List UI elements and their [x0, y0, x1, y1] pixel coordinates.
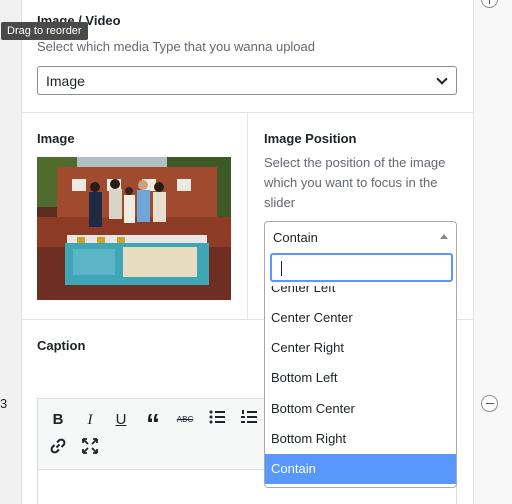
bullet-list-icon[interactable] — [205, 408, 229, 432]
caret-up-icon — [440, 234, 448, 239]
text-caret — [281, 261, 282, 276]
numbered-list-icon[interactable] — [237, 408, 261, 432]
image-position-select[interactable]: Contain — [264, 221, 457, 250]
option-center-right[interactable]: Center Right — [265, 333, 456, 363]
option-bottom-left[interactable]: Bottom Left — [265, 363, 456, 393]
image-position-description-line-2: which you want to focus in the — [264, 175, 438, 190]
bold-icon[interactable]: B — [46, 408, 70, 432]
image-position-dropdown: Center Left Center Center Center Right B… — [264, 249, 457, 488]
italic-icon[interactable]: I — [78, 408, 102, 432]
image-position-value: Contain — [273, 230, 318, 245]
option-center-center[interactable]: Center Center — [265, 303, 456, 333]
row-number: 3 — [0, 396, 8, 411]
dropdown-options-list[interactable]: Center Left Center Center Center Right B… — [265, 286, 456, 487]
option-center-left[interactable]: Center Left — [265, 286, 456, 303]
link-icon[interactable] — [46, 438, 70, 462]
image-position-label: Image Position — [264, 131, 357, 146]
row-actions-gutter — [474, 0, 512, 504]
fullscreen-icon[interactable] — [78, 438, 102, 462]
option-bottom-center[interactable]: Bottom Center — [265, 394, 456, 424]
left-gutter — [0, 0, 21, 504]
drag-tooltip: Drag to reorder — [1, 22, 88, 40]
dropdown-search-input[interactable] — [270, 253, 453, 282]
media-type-value: Image — [46, 73, 85, 89]
remove-row-icon[interactable] — [481, 395, 498, 412]
column-divider — [247, 112, 248, 319]
strikethrough-icon[interactable]: ABC — [173, 408, 197, 432]
image-position-description-line-1: Select the position of the image — [264, 155, 446, 170]
media-type-select[interactable]: Image — [37, 66, 457, 95]
image-position-description-line-3: slider — [264, 195, 296, 210]
underline-icon[interactable]: U — [109, 408, 133, 432]
chevron-down-icon — [436, 73, 448, 85]
image-label: Image — [37, 131, 75, 146]
image-preview[interactable] — [37, 157, 231, 300]
blockquote-icon[interactable]: “ — [141, 408, 165, 439]
option-bottom-right[interactable]: Bottom Right — [265, 424, 456, 454]
option-contain[interactable]: Contain — [265, 454, 456, 484]
caption-label: Caption — [37, 338, 86, 353]
